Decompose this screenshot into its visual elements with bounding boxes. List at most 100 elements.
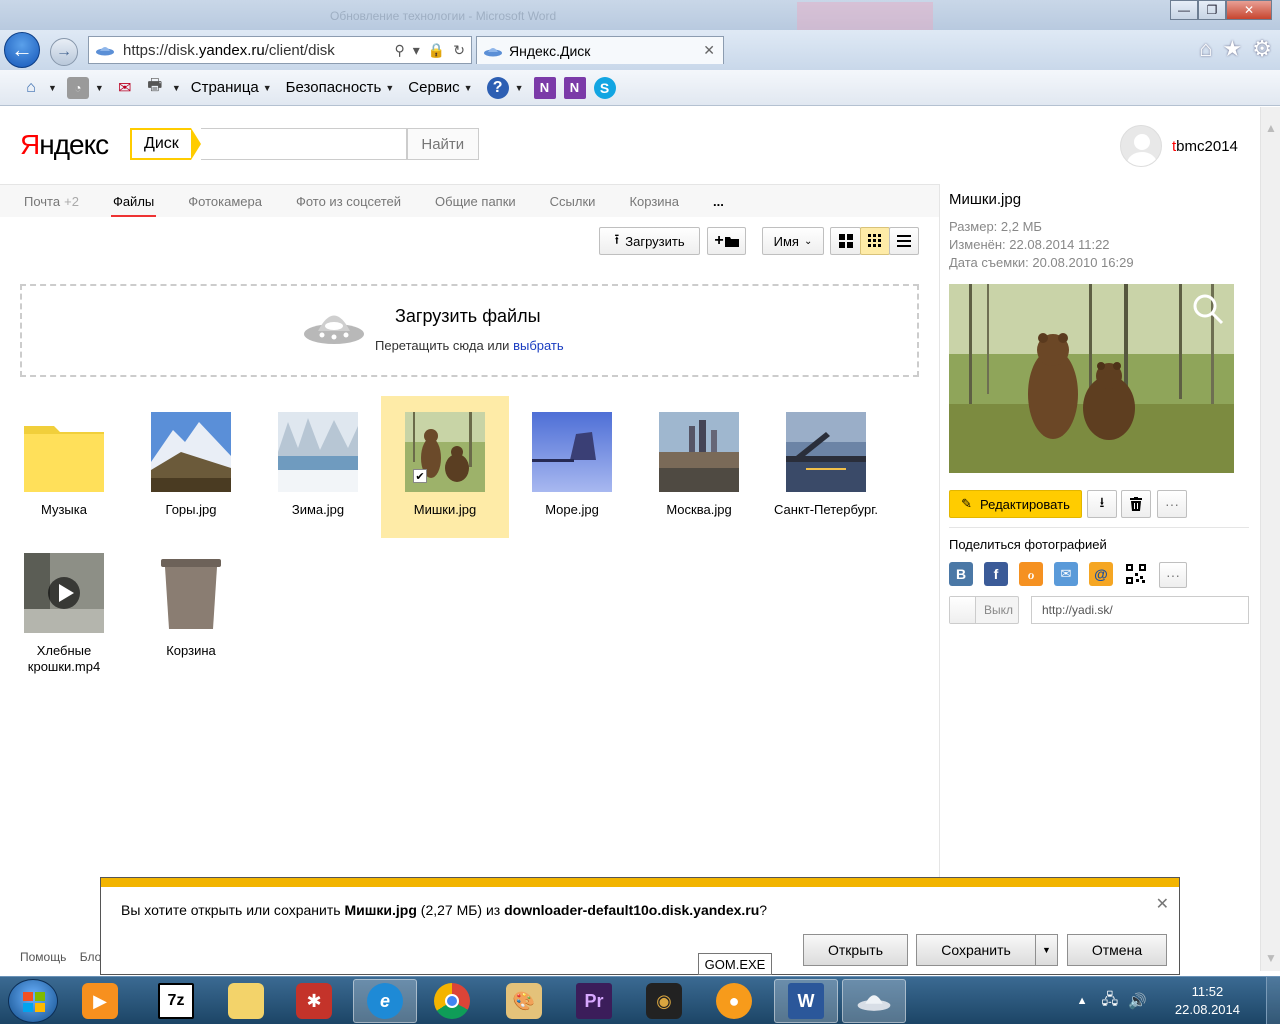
refresh-icon[interactable]: ↻ bbox=[453, 42, 465, 59]
share-more-button[interactable]: ··· bbox=[1159, 562, 1187, 588]
taskbar-gom-player[interactable]: ● bbox=[704, 979, 764, 1023]
skype-icon[interactable]: S bbox=[593, 76, 616, 99]
tab-trash[interactable]: Корзина bbox=[629, 185, 679, 218]
menu-security[interactable]: Безопасность ▼ bbox=[286, 79, 395, 96]
network-icon[interactable]: 🖧 bbox=[1102, 989, 1119, 1014]
print-icon[interactable]: 🖶 bbox=[144, 77, 166, 99]
more-actions-button[interactable]: ··· bbox=[1157, 490, 1187, 518]
scroll-up-icon[interactable]: ▲ bbox=[1265, 121, 1277, 135]
mailru-icon[interactable]: @ bbox=[1089, 562, 1113, 586]
restore-button[interactable]: ❐ bbox=[1198, 0, 1226, 20]
taskbar-internet-explorer[interactable]: e bbox=[353, 979, 417, 1023]
tab-links[interactable]: Ссылки bbox=[550, 185, 596, 218]
tab-more[interactable]: ... bbox=[713, 185, 724, 218]
file-item-image[interactable]: Море.jpg bbox=[508, 396, 636, 538]
email-icon[interactable]: ✉ bbox=[1054, 562, 1078, 586]
trash-item[interactable]: Корзина bbox=[127, 537, 255, 679]
taskbar-media-player[interactable]: ▶ bbox=[70, 979, 130, 1023]
yandex-logo[interactable]: Яндекс bbox=[20, 129, 109, 161]
view-list-button[interactable] bbox=[889, 227, 919, 255]
vk-icon[interactable]: В bbox=[949, 562, 973, 586]
help-link[interactable]: Помощь bbox=[20, 950, 66, 964]
favorites-star-icon[interactable]: ★ bbox=[1223, 36, 1243, 62]
forward-button[interactable]: → bbox=[50, 38, 78, 66]
onenote-icon[interactable]: N bbox=[533, 76, 556, 99]
odnoklassniki-icon[interactable]: ℴ bbox=[1019, 562, 1043, 586]
address-url[interactable]: https://disk.yandex.ru/client/disk bbox=[123, 42, 395, 59]
menu-service[interactable]: Сервис ▼ bbox=[408, 79, 472, 96]
file-item-image[interactable]: Москва.jpg bbox=[635, 396, 763, 538]
close-window-button[interactable]: ✕ bbox=[1226, 0, 1272, 20]
taskbar-premiere[interactable]: Pr bbox=[564, 979, 624, 1023]
taskbar-7zip[interactable]: 7z bbox=[146, 979, 206, 1023]
facebook-icon[interactable]: f bbox=[984, 562, 1008, 586]
taskbar-paint[interactable]: 🎨 bbox=[494, 979, 554, 1023]
page-scrollbar[interactable]: ▲ ▼ bbox=[1260, 107, 1280, 971]
close-notification-icon[interactable]: ✕ bbox=[1156, 894, 1169, 914]
edit-button[interactable]: ✎ Редактировать bbox=[949, 490, 1082, 518]
home-icon[interactable]: ⌂ bbox=[20, 77, 42, 99]
file-item-folder-music[interactable]: Музыка bbox=[0, 396, 128, 538]
browser-tab[interactable]: Яндекс.Диск ✕ bbox=[476, 36, 724, 64]
download-button[interactable]: ⭳ bbox=[1087, 490, 1117, 518]
avatar[interactable] bbox=[1120, 125, 1162, 167]
user-menu[interactable]: tbmc2014 bbox=[1120, 125, 1238, 167]
zoom-icon[interactable] bbox=[1191, 292, 1225, 326]
minimize-button[interactable]: — bbox=[1170, 0, 1198, 20]
taskbar-chrome[interactable] bbox=[422, 979, 482, 1023]
search-input[interactable] bbox=[200, 128, 407, 160]
search-button[interactable]: Найти bbox=[406, 128, 479, 160]
mail-icon[interactable]: ✉ bbox=[114, 77, 136, 99]
tab-social-photos[interactable]: Фото из соцсетей bbox=[296, 185, 401, 218]
public-link-toggle[interactable]: Выкл bbox=[949, 596, 1019, 624]
sort-dropdown[interactable]: Имя ⌄ bbox=[762, 227, 824, 255]
toggle-knob[interactable] bbox=[950, 597, 976, 623]
taskbar-explorer[interactable] bbox=[216, 979, 276, 1023]
file-item-image-selected[interactable]: ✔ Мишки.jpg bbox=[381, 396, 509, 538]
tab-close-icon[interactable]: ✕ bbox=[703, 42, 715, 59]
open-button[interactable]: Открыть bbox=[803, 934, 908, 966]
tab-mail[interactable]: Почта +2 bbox=[24, 185, 79, 218]
back-button[interactable]: ← bbox=[4, 32, 40, 68]
blog-link[interactable]: Бло bbox=[80, 950, 102, 964]
save-button[interactable]: Сохранить bbox=[916, 934, 1036, 966]
tab-files[interactable]: Файлы bbox=[110, 185, 157, 218]
save-options-dropdown[interactable]: ▼ bbox=[1035, 934, 1058, 966]
lock-icon[interactable]: 🔒 bbox=[428, 42, 445, 59]
address-bar[interactable]: https://disk.yandex.ru/client/disk ⚲ ▾ 🔒… bbox=[88, 36, 472, 64]
taskbar-yandex-disk[interactable] bbox=[842, 979, 906, 1023]
view-large-tiles-button[interactable] bbox=[830, 227, 861, 255]
chevron-down-icon[interactable]: ▼ bbox=[95, 83, 104, 93]
start-button[interactable] bbox=[8, 979, 58, 1023]
file-item-image[interactable]: Зима.jpg bbox=[254, 396, 382, 538]
file-item-image[interactable]: Горы.jpg bbox=[127, 396, 255, 538]
tab-camera[interactable]: Фотокамера bbox=[188, 185, 262, 218]
onenote-linked-icon[interactable]: N bbox=[563, 76, 586, 99]
file-item-image[interactable]: Санкт-Петербург. bbox=[762, 396, 890, 538]
qr-code-icon[interactable] bbox=[1124, 562, 1148, 586]
show-desktop-button[interactable] bbox=[1266, 977, 1280, 1024]
public-link-field[interactable]: http://yadi.sk/ bbox=[1031, 596, 1249, 624]
new-folder-button[interactable]: + bbox=[707, 227, 746, 255]
chevron-down-icon[interactable]: ▼ bbox=[172, 83, 181, 93]
username[interactable]: tbmc2014 bbox=[1172, 138, 1238, 155]
cancel-button[interactable]: Отмена bbox=[1067, 934, 1167, 966]
system-clock[interactable]: 11:52 22.08.2014 bbox=[1175, 983, 1240, 1019]
chevron-down-icon[interactable]: ▼ bbox=[515, 83, 524, 93]
rss-feed-icon[interactable]: ◔ bbox=[66, 76, 89, 99]
home-icon[interactable]: ⌂ bbox=[1199, 36, 1212, 62]
taskbar-word[interactable]: W bbox=[774, 979, 838, 1023]
menu-page[interactable]: Страница ▼ bbox=[191, 79, 272, 96]
search-icon[interactable]: ⚲ bbox=[395, 42, 405, 59]
upload-dropzone[interactable]: Загрузить файлы Перетащить сюда или выбр… bbox=[20, 284, 919, 377]
file-item-video[interactable]: Хлебные крошки.mp4 bbox=[0, 537, 128, 697]
chevron-down-icon[interactable]: ▾ bbox=[413, 42, 420, 59]
show-hidden-icons-icon[interactable]: ▲ bbox=[1077, 995, 1088, 1007]
chevron-down-icon[interactable]: ▼ bbox=[48, 83, 57, 93]
delete-button[interactable] bbox=[1121, 490, 1151, 518]
tab-shared-folders[interactable]: Общие папки bbox=[435, 185, 516, 218]
gear-icon[interactable]: ⚙ bbox=[1252, 36, 1272, 62]
scroll-down-icon[interactable]: ▼ bbox=[1265, 951, 1277, 965]
taskbar-app-eye[interactable]: ◉ bbox=[634, 979, 694, 1023]
upload-button[interactable]: ⭱ Загрузить bbox=[599, 227, 700, 255]
